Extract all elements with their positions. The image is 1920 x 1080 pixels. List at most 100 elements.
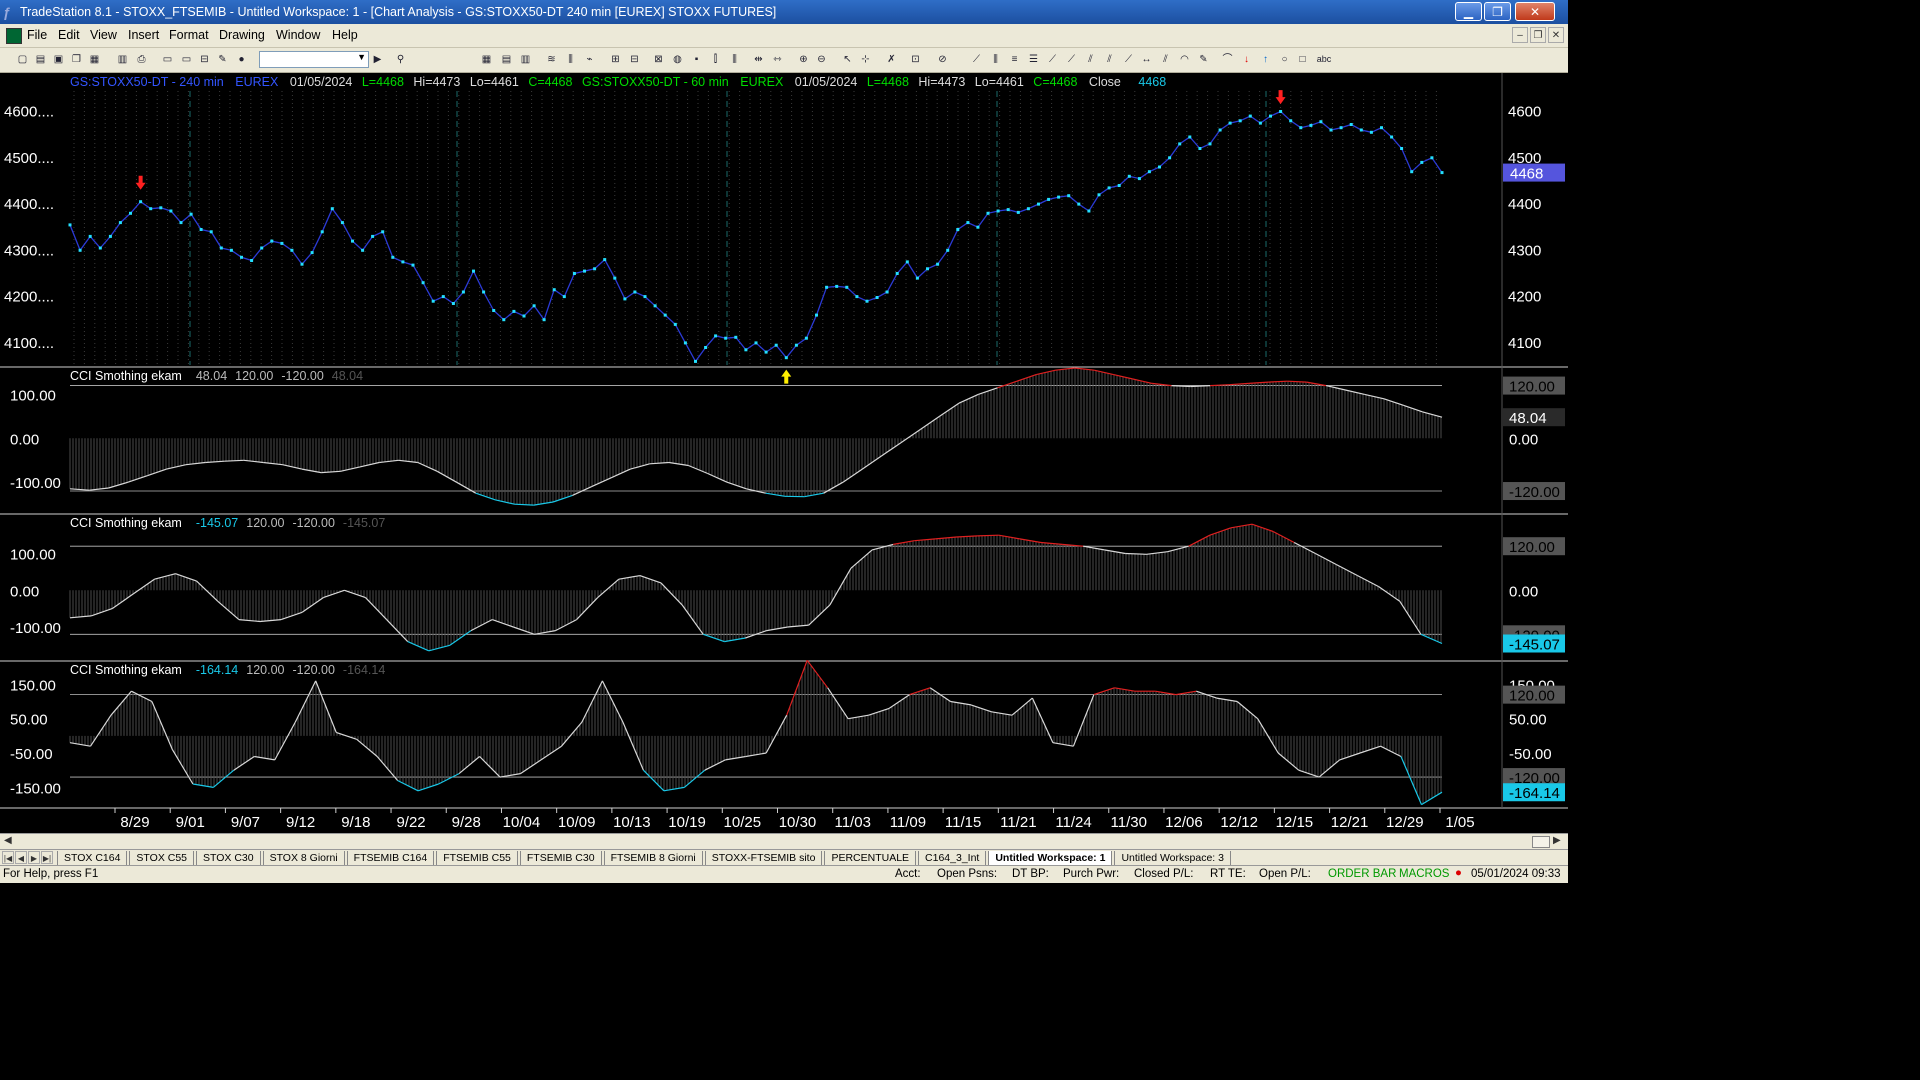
price-point[interactable]: [250, 259, 254, 262]
price-point[interactable]: [401, 260, 405, 264]
maximize-icon[interactable]: ❐: [1484, 2, 1511, 21]
price-point[interactable]: [78, 248, 82, 252]
menu-window[interactable]: Window: [276, 28, 320, 42]
candle-icon[interactable]: ⫼: [564, 53, 577, 66]
price-point[interactable]: [1067, 194, 1071, 198]
price-point[interactable]: [905, 260, 909, 264]
price-point[interactable]: [643, 295, 647, 299]
tab-first-icon[interactable]: |◀: [2, 851, 14, 864]
price-point[interactable]: [1380, 126, 1383, 130]
price-point[interactable]: [310, 251, 314, 255]
price-point[interactable]: [159, 206, 163, 210]
ohlc-icon[interactable]: ⫿: [709, 53, 722, 66]
price-point[interactable]: [482, 290, 486, 294]
zoom-in-icon[interactable]: ⊕: [797, 53, 810, 66]
price-point[interactable]: [461, 290, 465, 294]
price-point[interactable]: [1208, 142, 1212, 146]
mdi-restore-icon[interactable]: ❐: [1530, 27, 1546, 43]
price-point[interactable]: [340, 221, 344, 225]
workspace-tab[interactable]: Untitled Workspace: 3: [1114, 851, 1231, 865]
radar-icon[interactable]: ▤: [500, 53, 513, 66]
price-point[interactable]: [653, 304, 657, 308]
horizontal-lines-icon[interactable]: ≡: [1008, 53, 1021, 66]
price-point[interactable]: [199, 228, 203, 231]
price-point[interactable]: [1238, 119, 1242, 123]
price-point[interactable]: [451, 302, 455, 305]
price-point[interactable]: [562, 295, 566, 299]
price-point[interactable]: [532, 304, 536, 308]
price-point[interactable]: [330, 207, 334, 211]
price-point[interactable]: [603, 258, 607, 262]
copy-icon[interactable]: ❐: [70, 53, 83, 66]
price-point[interactable]: [1400, 147, 1404, 150]
menu-drawing[interactable]: Drawing: [219, 28, 265, 42]
price-point[interactable]: [784, 356, 788, 360]
price-point[interactable]: [1178, 142, 1182, 146]
workspace-tab[interactable]: STOX 8 Giorni: [262, 851, 345, 865]
scroll-left-icon[interactable]: ◀: [4, 835, 12, 846]
price-point[interactable]: [825, 285, 829, 289]
price-point[interactable]: [68, 223, 72, 227]
price-point[interactable]: [219, 246, 223, 250]
price-point[interactable]: [915, 276, 919, 280]
price-point[interactable]: [1339, 126, 1343, 130]
price-point[interactable]: [472, 269, 475, 273]
mdi-close-icon[interactable]: ✕: [1548, 27, 1564, 43]
play-icon[interactable]: ▶: [371, 53, 384, 66]
channel-icon[interactable]: ⫽: [1159, 53, 1172, 66]
arc-icon[interactable]: ◠: [1178, 53, 1191, 66]
chart-area[interactable]: GS:STOXX50-DT - 240 min EUREX 01/05/2024…: [0, 73, 1568, 833]
price-point[interactable]: [875, 296, 879, 299]
price-point[interactable]: [1349, 123, 1353, 126]
price-point[interactable]: [1258, 121, 1262, 125]
chevron-down-icon[interactable]: ▼: [357, 52, 366, 62]
chart-window-icon[interactable]: [6, 28, 22, 44]
price-point[interactable]: [774, 343, 778, 347]
menu-insert[interactable]: Insert: [128, 28, 159, 42]
price-point[interactable]: [744, 348, 748, 352]
format-icon[interactable]: ⊟: [628, 53, 641, 66]
analysis-icon[interactable]: ◍: [671, 53, 684, 66]
mdi-minimize-icon[interactable]: –: [1512, 27, 1528, 43]
ellipse-icon[interactable]: ○: [1278, 53, 1291, 66]
price-point[interactable]: [320, 230, 324, 234]
fibonacci-icon[interactable]: ☰: [1027, 53, 1040, 66]
bar-chart-icon[interactable]: ≋: [545, 53, 558, 66]
price-point[interactable]: [1188, 135, 1192, 139]
price-point[interactable]: [139, 200, 143, 204]
symbol-combo[interactable]: ▼: [259, 51, 369, 68]
price-point[interactable]: [431, 299, 435, 303]
price-point[interactable]: [804, 336, 808, 340]
price-point[interactable]: [704, 346, 708, 349]
price-point[interactable]: [794, 343, 798, 347]
window-icon[interactable]: ▭: [161, 53, 174, 66]
price-point[interactable]: [996, 209, 1000, 213]
price-point[interactable]: [845, 285, 849, 289]
price-point[interactable]: [351, 239, 354, 243]
price-point[interactable]: [1117, 184, 1121, 187]
print-icon[interactable]: ⎙: [135, 53, 148, 66]
price-point[interactable]: [441, 295, 445, 299]
price-point[interactable]: [694, 359, 697, 363]
price-point[interactable]: [1319, 120, 1323, 124]
trendline-icon[interactable]: ⟋: [970, 53, 983, 66]
price-point[interactable]: [118, 221, 122, 225]
menu-edit[interactable]: Edit: [58, 28, 80, 42]
price-point[interactable]: [179, 221, 183, 225]
disabled-icon[interactable]: ⊘: [936, 53, 949, 66]
text-icon[interactable]: abc: [1314, 53, 1334, 66]
workspace-tab[interactable]: STOX C30: [196, 851, 261, 865]
price-point[interactable]: [754, 341, 758, 345]
strategy-icon[interactable]: ⊠: [652, 53, 665, 66]
workspace-tab[interactable]: FTSEMIB 8 Giorni: [603, 851, 703, 865]
price-point[interactable]: [946, 248, 950, 252]
minimize-icon[interactable]: ▁: [1455, 2, 1482, 21]
price-point[interactable]: [1369, 130, 1373, 134]
price-point[interactable]: [956, 228, 960, 231]
price-point[interactable]: [976, 225, 980, 229]
fib-fan-icon[interactable]: ⫽: [1103, 53, 1116, 66]
price-point[interactable]: [129, 211, 132, 215]
price-point[interactable]: [572, 272, 576, 275]
workspace-tab[interactable]: FTSEMIB C30: [519, 851, 602, 865]
rectangle-icon[interactable]: □: [1296, 53, 1309, 66]
